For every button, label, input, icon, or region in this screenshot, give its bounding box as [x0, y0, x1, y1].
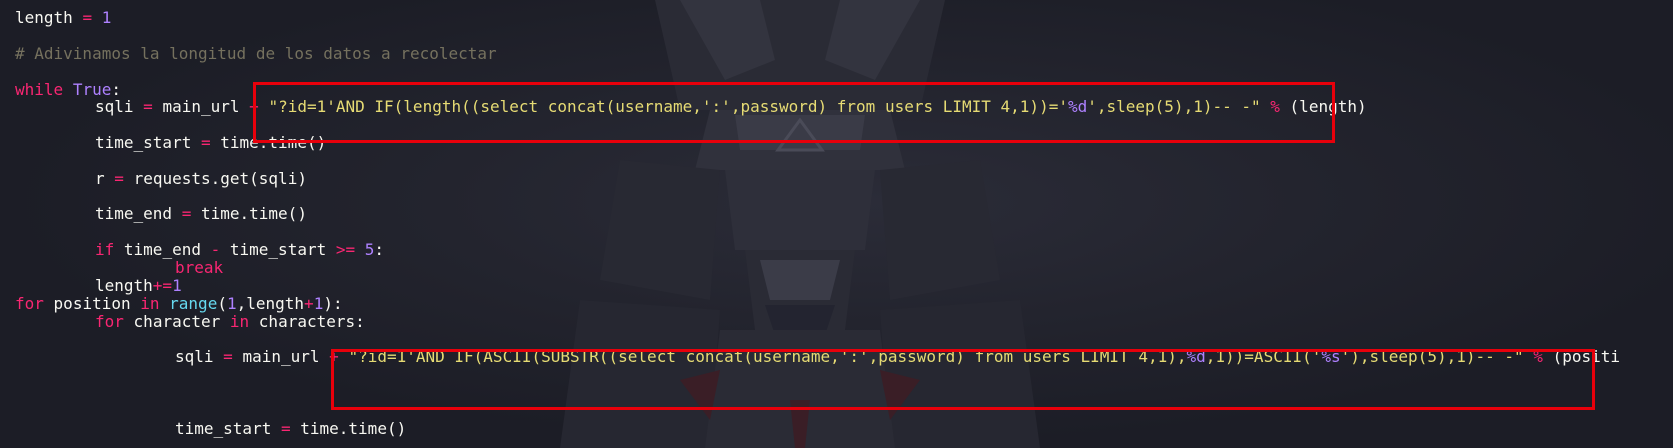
token-number: 1: [172, 276, 182, 295]
code-line-9: break: [175, 258, 223, 278]
token-operator: =: [181, 204, 192, 223]
token-identifier: main_url: [162, 97, 240, 116]
code-line-11: for position in range(1,length+1):: [15, 294, 343, 314]
token-identifier: sqli: [95, 97, 134, 116]
token-number: 5: [364, 240, 375, 259]
token-identifier: time_end: [95, 204, 173, 223]
token-operator: +=: [152, 276, 173, 295]
code-line-12: for character in characters:: [95, 312, 365, 332]
token-operator: =: [114, 169, 124, 188]
highlight-box-length-payload: [253, 82, 1335, 143]
token-identifier: ,length: [236, 294, 305, 313]
token-keyword: if: [95, 240, 115, 259]
token-identifier: time_end: [123, 240, 201, 259]
highlight-box-ascii-payload: [331, 349, 1595, 410]
code-editor[interactable]: length = 1 # Adivinamos la longitud de l…: [0, 0, 1673, 448]
code-line-10: length+=1: [95, 276, 182, 296]
token-keyword: in: [229, 312, 250, 331]
token-identifier: character: [133, 312, 221, 331]
token-number: 1: [101, 8, 112, 27]
token-identifier: time_start: [175, 419, 272, 438]
code-line-2: # Adivinamos la longitud de los datos a …: [15, 44, 497, 64]
token-keyword: for: [95, 312, 124, 331]
token-keyword: break: [175, 258, 224, 277]
code-line-8: if time_end - time_start >= 5:: [95, 240, 384, 260]
token-punctuation: (: [217, 294, 227, 313]
token-operator: =: [143, 97, 153, 116]
token-identifier: length: [95, 276, 153, 295]
token-punctuation: :: [374, 240, 385, 259]
token-operator: >=: [335, 240, 356, 259]
token-operator: =: [82, 8, 93, 27]
token-identifier: time_start: [229, 240, 327, 259]
token-punctuation: ):: [323, 294, 343, 313]
token-identifier: r: [95, 169, 105, 188]
token-operator: =: [200, 133, 211, 152]
token-operator: +: [304, 294, 314, 313]
token-number: 1: [313, 294, 324, 313]
token-operator: =: [280, 419, 291, 438]
token-operator: -: [210, 240, 221, 259]
token-number: 1: [226, 294, 237, 313]
token-call: time.time(): [200, 204, 307, 223]
token-keyword: in: [140, 294, 160, 313]
code-line-1: length = 1: [15, 8, 111, 28]
token-keyword: for: [15, 294, 44, 313]
token-identifier: characters:: [258, 312, 365, 331]
token-identifier: time_start: [95, 133, 192, 152]
token-call: time.time(): [300, 419, 407, 438]
code-line-14: time_start = time.time(): [175, 419, 406, 439]
token-builtin: range: [169, 294, 218, 313]
token-comment: # Adivinamos la longitud de los datos a …: [15, 44, 497, 63]
token-identifier: position: [53, 294, 131, 313]
token-keyword: while: [15, 80, 64, 99]
code-line-6: r = requests.get(sqli): [95, 169, 307, 189]
code-line-7: time_end = time.time(): [95, 204, 307, 224]
token-operator: =: [223, 347, 233, 366]
token-identifier: main_url: [242, 347, 320, 366]
token-identifier: length: [15, 8, 73, 27]
token-call: requests.get(sqli): [133, 169, 307, 188]
token-identifier: sqli: [175, 347, 214, 366]
